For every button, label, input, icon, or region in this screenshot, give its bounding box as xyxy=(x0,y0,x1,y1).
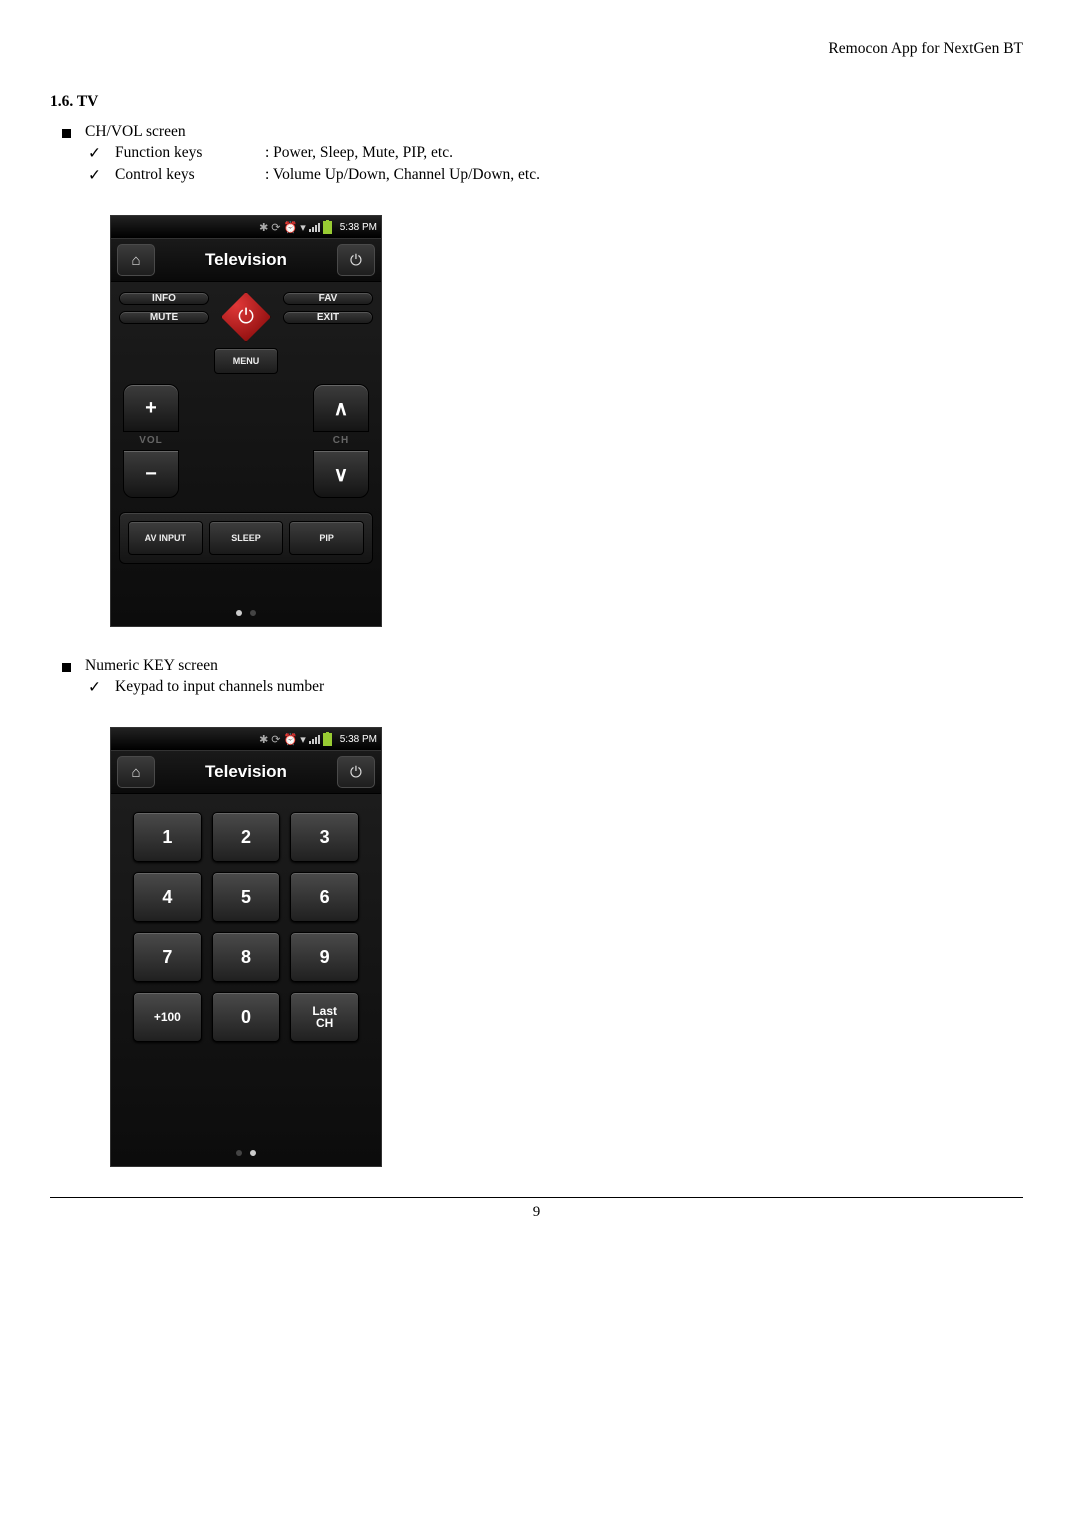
key-4[interactable]: 4 xyxy=(133,872,202,922)
volume-rocker: + VOL − xyxy=(123,384,179,498)
key-8[interactable]: 8 xyxy=(212,932,281,982)
phone-screenshot-chvol: ✱ ⟳ ⏰ ▾ 5:38 PM ⌂ Television ⏻ INFO MUTE xyxy=(110,215,382,627)
status-time: 5:38 PM xyxy=(340,222,377,233)
page-dot-active xyxy=(250,1150,256,1156)
status-time: 5:38 PM xyxy=(340,734,377,745)
phone-screenshot-keypad: ✱ ⟳ ⏰ ▾ 5:38 PM ⌂ Television ⏻ 1 2 3 4 5… xyxy=(110,727,382,1167)
home-icon: ⌂ xyxy=(131,764,140,781)
doc-header: Remocon App for NextGen BT xyxy=(50,40,1023,58)
power-icon: ⏻ xyxy=(238,306,254,329)
key-plus100[interactable]: +100 xyxy=(133,992,202,1042)
check-desc: : Volume Up/Down, Channel Up/Down, etc. xyxy=(265,166,1023,184)
section-heading: 1.6. TV xyxy=(50,93,1023,111)
check-row: ✓ Keypad to input channels number xyxy=(88,678,1023,697)
status-bar: ✱ ⟳ ⏰ ▾ 5:38 PM xyxy=(111,728,381,750)
channel-rocker: ∧ CH ∨ xyxy=(313,384,369,498)
sync-icon: ⟳ xyxy=(271,221,280,234)
bottom-panel: AV INPUT SLEEP PIP xyxy=(119,512,373,564)
power-hint-button[interactable]: ⏻ xyxy=(337,244,375,276)
menu-button[interactable]: MENU xyxy=(214,348,278,374)
wifi-icon: ▾ xyxy=(300,221,306,234)
check-desc: : Power, Sleep, Mute, PIP, etc. xyxy=(265,144,1023,162)
channel-down-button[interactable]: ∨ xyxy=(313,450,369,498)
title-bar: ⌂ Television ⏻ xyxy=(111,750,381,794)
mute-button[interactable]: MUTE xyxy=(119,311,209,324)
status-icons: ✱ ⟳ ⏰ ▾ xyxy=(259,733,332,746)
sleep-button[interactable]: SLEEP xyxy=(209,521,284,555)
key-1[interactable]: 1 xyxy=(133,812,202,862)
info-button[interactable]: INFO xyxy=(119,292,209,305)
key-lastch[interactable]: LastCH xyxy=(290,992,359,1042)
check-icon: ✓ xyxy=(88,678,101,697)
key-2[interactable]: 2 xyxy=(212,812,281,862)
battery-icon xyxy=(323,733,332,746)
check-label: Function keys xyxy=(115,144,265,162)
volume-label: VOL xyxy=(139,435,163,446)
screen-title: Television xyxy=(205,250,287,270)
page-dot xyxy=(236,1150,242,1156)
keypad-body: 1 2 3 4 5 6 7 8 9 +100 0 LastCH xyxy=(111,794,381,1166)
signal-icon xyxy=(309,734,320,744)
key-6[interactable]: 6 xyxy=(290,872,359,922)
bullet-label: Numeric KEY screen xyxy=(85,657,218,675)
power-hint-button[interactable]: ⏻ xyxy=(337,756,375,788)
power-icon: ⏻ xyxy=(350,764,362,781)
page-dot xyxy=(250,610,256,616)
square-bullet-icon xyxy=(62,129,71,138)
alarm-icon: ⏰ xyxy=(284,733,298,746)
check-row: ✓ Control keys : Volume Up/Down, Channel… xyxy=(88,166,1023,185)
numeric-keypad: 1 2 3 4 5 6 7 8 9 +100 0 LastCH xyxy=(111,794,381,1050)
bullet-chvol: CH/VOL screen xyxy=(62,123,1023,141)
key-7[interactable]: 7 xyxy=(133,932,202,982)
check-icon: ✓ xyxy=(88,166,101,185)
volume-down-button[interactable]: − xyxy=(123,450,179,498)
power-icon: ⏻ xyxy=(350,252,362,269)
volume-up-button[interactable]: + xyxy=(123,384,179,432)
check-label: Keypad to input channels number xyxy=(115,678,324,696)
wifi-icon: ▾ xyxy=(300,733,306,746)
channel-label: CH xyxy=(333,435,349,446)
check-icon: ✓ xyxy=(88,144,101,163)
battery-icon xyxy=(323,221,332,234)
home-icon: ⌂ xyxy=(131,252,140,269)
home-button[interactable]: ⌂ xyxy=(117,756,155,788)
alarm-icon: ⏰ xyxy=(284,221,298,234)
exit-button[interactable]: EXIT xyxy=(283,311,373,324)
bluetooth-icon: ✱ xyxy=(259,733,268,746)
signal-icon xyxy=(309,222,320,232)
power-button[interactable]: ⏻ xyxy=(221,292,271,342)
page-dot-active xyxy=(236,610,242,616)
bluetooth-icon: ✱ xyxy=(259,221,268,234)
page-indicator xyxy=(111,1150,381,1160)
page-indicator xyxy=(119,610,373,620)
page-footer: 9 xyxy=(50,1197,1023,1221)
pip-button[interactable]: PIP xyxy=(289,521,364,555)
check-label: Control keys xyxy=(115,166,265,184)
channel-up-button[interactable]: ∧ xyxy=(313,384,369,432)
page-number: 9 xyxy=(533,1204,541,1220)
fav-button[interactable]: FAV xyxy=(283,292,373,305)
check-row: ✓ Function keys : Power, Sleep, Mute, PI… xyxy=(88,144,1023,163)
title-bar: ⌂ Television ⏻ xyxy=(111,238,381,282)
remote-body: INFO MUTE ⏻ MENU FAV EXIT + VOL − ∧ xyxy=(111,282,381,626)
status-icons: ✱ ⟳ ⏰ ▾ xyxy=(259,221,332,234)
key-5[interactable]: 5 xyxy=(212,872,281,922)
sync-icon: ⟳ xyxy=(271,733,280,746)
bullet-numeric: Numeric KEY screen xyxy=(62,657,1023,675)
key-9[interactable]: 9 xyxy=(290,932,359,982)
avinput-button[interactable]: AV INPUT xyxy=(128,521,203,555)
screen-title: Television xyxy=(205,762,287,782)
key-3[interactable]: 3 xyxy=(290,812,359,862)
key-0[interactable]: 0 xyxy=(212,992,281,1042)
square-bullet-icon xyxy=(62,663,71,672)
status-bar: ✱ ⟳ ⏰ ▾ 5:38 PM xyxy=(111,216,381,238)
home-button[interactable]: ⌂ xyxy=(117,244,155,276)
bullet-label: CH/VOL screen xyxy=(85,123,186,141)
